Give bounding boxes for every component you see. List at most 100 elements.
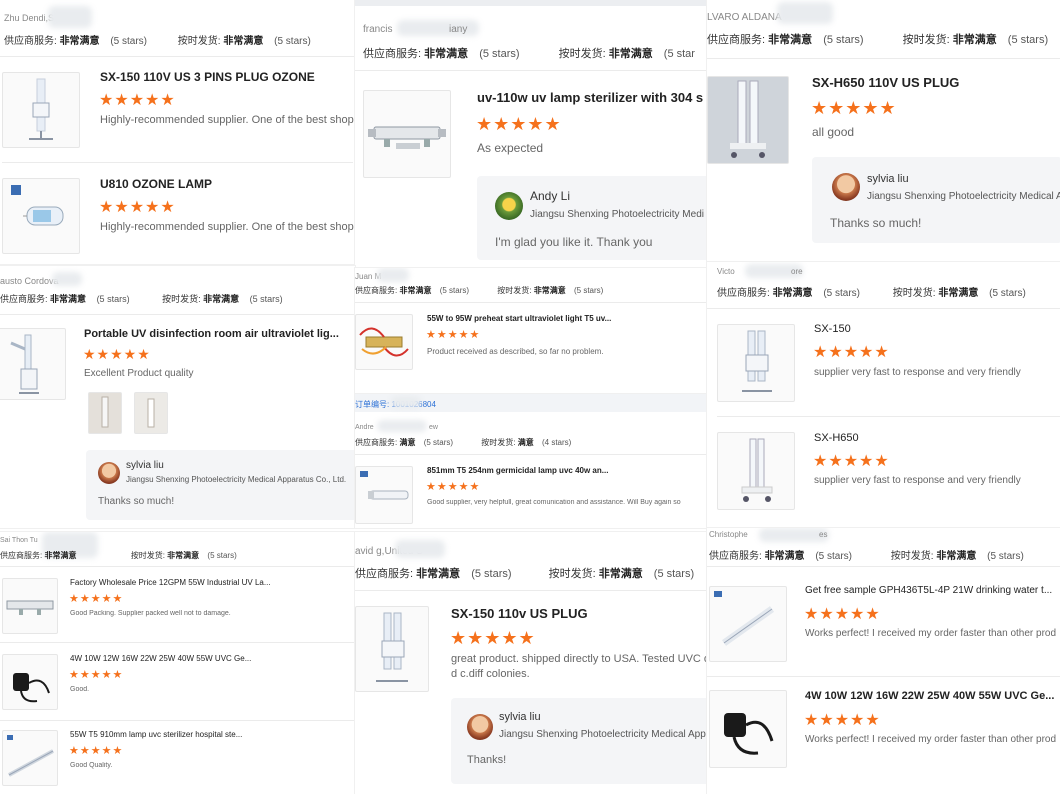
product-image[interactable]: [2, 654, 58, 710]
uv-lamp-stand-image: [376, 612, 408, 682]
product-image[interactable]: [2, 178, 80, 254]
supplier-service-value: 非常满意: [764, 551, 805, 562]
supplier-service-stars: (5 stars): [110, 36, 148, 47]
divider: [0, 720, 355, 721]
reply-author-company: Jiangsu Shenxing Photoelectricity Medi: [530, 209, 704, 220]
review-card-6: 订单编号: 1001026804 Andre ew 供应商服务: 满意 (5 s…: [355, 394, 707, 528]
review-comment: Good Packing. Supplier packed well not t…: [70, 610, 231, 617]
product-image[interactable]: [709, 690, 787, 768]
review-comment: Highly-recommended supplier. One of the …: [100, 114, 354, 126]
product-title[interactable]: Get free sample GPH436T5L-4P 21W drinkin…: [805, 585, 1060, 596]
divider: [0, 314, 355, 315]
product-image[interactable]: [707, 76, 789, 164]
ozone-lamp-image: [11, 185, 64, 226]
supplier-service-value: 非常满意: [772, 288, 813, 299]
star-rating: ★★★★★: [811, 98, 897, 118]
product-image[interactable]: [0, 328, 66, 400]
rating-row: 供应商服务: 非常满意 (5 stars) 按时发货: 非常满意 (5 star…: [355, 285, 603, 296]
supplier-service-value: 非常满意: [424, 48, 469, 60]
rating-row: 供应商服务: 非常满意 (5 stars) 按时发货: 非常满意 (5 star…: [709, 547, 1024, 562]
rating-row: 供应商服务: 非常满意 (5 stars) 按时发货: 非常满意 (5 star…: [707, 31, 1048, 47]
ontime-delivery-label: 按时发货:: [902, 34, 950, 46]
germicidal-lamp-image: [360, 471, 409, 500]
reviewer-name: Victo: [717, 267, 735, 276]
star-rating: ★★★★★: [69, 669, 124, 681]
rating-row: 供应商服务: 非常满意 (5 stars) 按时发货: 非常满意 (5 star…: [4, 32, 311, 47]
ontime-delivery-stars: (5 stars): [249, 294, 283, 304]
uv-lamp-cart-image: [741, 438, 773, 502]
reply-text: I'm glad you like it. Thank you: [495, 235, 653, 249]
product-image[interactable]: [355, 466, 413, 524]
divider: [355, 590, 707, 591]
product-title[interactable]: SX-H650: [814, 432, 1054, 444]
product-image[interactable]: [355, 606, 429, 692]
star-rating: ★★★★★: [813, 453, 890, 470]
ontime-delivery-value: 非常满意: [598, 568, 643, 580]
product-title[interactable]: 55W T5 910mm lamp uvc sterilizer hospita…: [70, 730, 340, 739]
divider: [717, 416, 1060, 417]
product-image[interactable]: [709, 586, 787, 662]
review-comment: Works perfect! I received my order faste…: [805, 628, 1057, 639]
reviewer-name-tail: ore: [791, 267, 803, 276]
product-image[interactable]: [717, 432, 795, 510]
product-title[interactable]: U810 OZONE LAMP: [100, 177, 350, 191]
star-rating: ★★★★★: [99, 199, 176, 216]
review-card-4: austo Cordova 供应商服务: 非常满意 (5 stars) 按时发货…: [0, 266, 355, 528]
germicidal-lamp-image: [714, 591, 775, 646]
reviewer-name: LVARO ALDANA: [707, 12, 782, 23]
divider: [707, 58, 1060, 59]
product-image[interactable]: [2, 578, 58, 634]
review-photo[interactable]: [134, 392, 168, 434]
reply-text: Thanks!: [467, 754, 507, 766]
product-image[interactable]: [363, 90, 451, 178]
ontime-delivery-label: 按时发货:: [548, 568, 596, 580]
uv-lamp-stand-image: [742, 330, 772, 392]
product-title[interactable]: Factory Wholesale Price 12GPM 55W Indust…: [70, 578, 340, 587]
star-rating: ★★★★★: [813, 344, 890, 361]
product-title[interactable]: SX-150 110V US 3 PINS PLUG OZONE: [100, 70, 350, 84]
product-title[interactable]: uv-110w uv lamp sterilizer with 304 s: [477, 90, 705, 105]
supplier-service-stars: (5 stars): [823, 34, 864, 46]
reviewer-name-tail: ew: [429, 424, 438, 431]
supplier-service-label: 供应商服务:: [709, 551, 762, 562]
supplier-service-label: 供应商服务:: [355, 438, 398, 447]
blurred-region: [48, 6, 92, 28]
uv-sterilizer-image: [6, 600, 54, 615]
product-title[interactable]: SX-150 110v US PLUG: [451, 606, 701, 621]
product-image[interactable]: [2, 72, 80, 148]
supplier-reply: sylvia liu Jiangsu Shenxing Photoelectri…: [86, 450, 355, 520]
supplier-service-label: 供应商服务:: [355, 286, 398, 295]
rating-row: 供应商服务: 非常满意 (5 stars) 按时发货: 非常满意 (5 star…: [0, 292, 283, 305]
divider: [0, 642, 355, 643]
blurred-region: [377, 420, 427, 432]
star-rating: ★★★★★: [804, 712, 881, 729]
ontime-delivery-stars: (5 stars): [274, 36, 311, 47]
product-title[interactable]: SX-H650 110V US PLUG: [812, 75, 1057, 90]
product-title[interactable]: 851mm T5 254nm germicidal lamp uvc 40w a…: [427, 466, 697, 475]
review-card-1: Zhu Dendi,Scott 供应商服务: 非常满意 (5 stars) 按时…: [0, 0, 355, 264]
review-card-5: Juan M 供应商服务: 非常满意 (5 stars) 按时发货: 非常满意 …: [355, 268, 707, 394]
product-title[interactable]: 55W to 95W preheat start ultraviolet lig…: [427, 314, 697, 323]
product-title[interactable]: 4W 10W 12W 16W 22W 25W 40W 55W UVC Ge...: [805, 690, 1060, 702]
review-photo[interactable]: [88, 392, 122, 434]
product-image[interactable]: [355, 314, 413, 370]
ontime-delivery-label: 按时发货:: [130, 551, 165, 560]
rating-row: 供应商服务: 非常满意 (5 stars) 按时发货: 非常满意 (5 star…: [717, 284, 1026, 299]
supplier-service-label: 供应商服务:: [0, 551, 43, 560]
supplier-service-value: 非常满意: [44, 551, 77, 560]
ontime-delivery-stars: (5 stars): [653, 568, 695, 580]
product-title[interactable]: Portable UV disinfection room air ultrav…: [84, 328, 344, 340]
reply-text: Thanks so much!: [830, 216, 922, 230]
review-comment: supplier very fast to response and very …: [814, 475, 1021, 486]
rating-row: 供应商服务: 非常满意 按时发货: 非常满意 (5 stars): [0, 550, 237, 561]
card-top-border: [355, 0, 707, 6]
ontime-delivery-stars: (5 stars): [1007, 34, 1049, 46]
product-title[interactable]: 4W 10W 12W 16W 22W 25W 40W 55W UVC Ge...: [70, 654, 340, 663]
supplier-service-stars: (5 stars): [815, 551, 853, 562]
supplier-reply: sylvia liu Jiangsu Shenxing Photoelectri…: [812, 157, 1060, 243]
product-image[interactable]: [2, 730, 58, 786]
product-title[interactable]: SX-150: [814, 323, 1054, 335]
supplier-service-stars: (5 stars): [439, 286, 470, 295]
ontime-delivery-value: 非常满意: [203, 294, 240, 304]
product-image[interactable]: [717, 324, 795, 402]
